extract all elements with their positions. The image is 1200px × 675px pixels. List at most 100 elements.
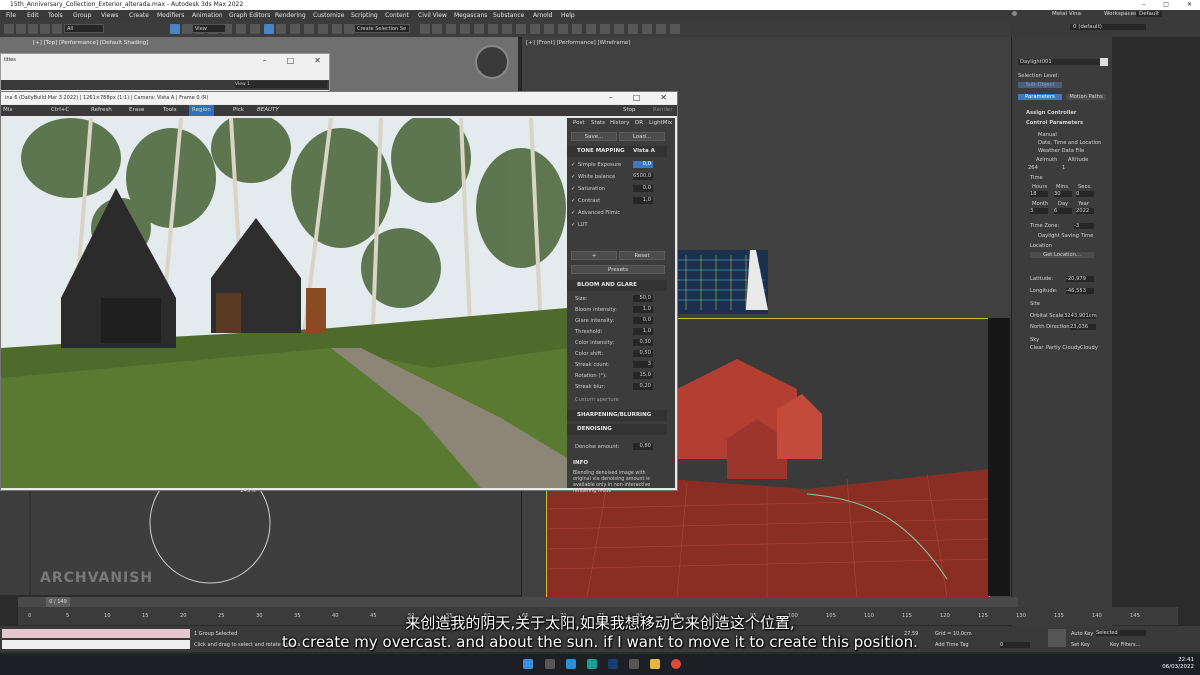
bloom-row[interactable]: Streak count: 3: [571, 360, 663, 370]
toolbar-tool-37-icon[interactable]: [670, 24, 680, 34]
menu-arnold[interactable]: Arnold: [533, 10, 552, 21]
search-icon[interactable]: [545, 659, 555, 669]
secs-field[interactable]: 0: [1076, 191, 1094, 197]
manual-radio[interactable]: Manual: [1038, 132, 1057, 138]
toolbar-tool-32-icon[interactable]: [600, 24, 610, 34]
hours-field[interactable]: 18: [1030, 191, 1048, 197]
dst-checkbox[interactable]: Daylight Saving Time: [1038, 233, 1093, 239]
bloom-row[interactable]: Color shift: 0,50: [571, 349, 663, 359]
edge-icon[interactable]: [566, 659, 576, 669]
tone-row[interactable]: ✓ Saturation 0,0: [571, 184, 663, 194]
bloom-row[interactable]: Glare intensity: 0,0: [571, 316, 663, 326]
presets-button[interactable]: Presets: [571, 265, 665, 274]
tone-row[interactable]: ✓ Simple Exposure 0,0: [571, 160, 663, 170]
vfb-mix-button[interactable]: Mix: [3, 105, 13, 116]
tab-stats[interactable]: Stats: [591, 120, 605, 126]
longitude-field[interactable]: -46,553: [1066, 288, 1094, 294]
viewport-top-label[interactable]: [+] [Top] [Performance] [Default Shading…: [33, 40, 148, 46]
bloom-row-value[interactable]: 1,0: [633, 306, 653, 313]
toolbar-tool-5-icon[interactable]: [170, 24, 180, 34]
menu-modifiers[interactable]: Modifiers: [157, 10, 184, 21]
toolbar-tool-34-icon[interactable]: [628, 24, 638, 34]
toolbar-tool-33-icon[interactable]: [614, 24, 624, 34]
toolbar-tool-18-icon[interactable]: [344, 24, 354, 34]
start-icon[interactable]: [523, 659, 533, 669]
menu-rendering[interactable]: Rendering: [275, 10, 306, 21]
vfb-stop-button[interactable]: Stop: [623, 105, 636, 116]
minimize-icon[interactable]: –: [609, 92, 613, 104]
time-zone-field[interactable]: -3: [1074, 223, 1094, 229]
vfb-tools-button[interactable]: Tools: [163, 105, 177, 116]
vfb-region-button[interactable]: Region: [189, 105, 214, 116]
unlink-icon[interactable]: [40, 24, 50, 34]
chrome-icon[interactable]: [671, 659, 681, 669]
menu-views[interactable]: Views: [101, 10, 118, 21]
maximize-icon[interactable]: □: [1163, 0, 1169, 10]
toolbar-tool-30-icon[interactable]: [572, 24, 582, 34]
check-icon[interactable]: ✓: [571, 196, 575, 206]
load-button[interactable]: Load...: [619, 132, 665, 141]
app-icon[interactable]: [629, 659, 639, 669]
orbital-field[interactable]: 3243,901cm: [1064, 313, 1097, 319]
latitude-field[interactable]: -20,979: [1066, 276, 1094, 282]
selection-filter-select[interactable]: All: [64, 24, 104, 33]
year-field[interactable]: 2022: [1076, 208, 1094, 214]
tab-post[interactable]: Post: [573, 120, 585, 126]
toolbar-tool-12-icon[interactable]: [264, 24, 274, 34]
sharpening-header[interactable]: SHARPENING/BLURRING: [567, 410, 667, 421]
vfb-channel-select[interactable]: BEAUTY: [257, 105, 279, 116]
menu-edit[interactable]: Edit: [27, 10, 39, 21]
toolbar-tool-35-icon[interactable]: [642, 24, 652, 34]
bloom-row[interactable]: Streak blur: 0,20: [571, 382, 663, 392]
vfb-copy-button[interactable]: Ctrl+C: [51, 105, 69, 116]
bloom-row-value[interactable]: 0,50: [633, 350, 653, 357]
menu-animation[interactable]: Animation: [192, 10, 223, 21]
maximize-icon[interactable]: □: [633, 92, 641, 104]
bind-icon[interactable]: [52, 24, 62, 34]
time-slider[interactable]: 0 / 149: [18, 597, 1018, 607]
named-selection-set-select[interactable]: Create Selection Se: [354, 24, 410, 33]
bloom-row-value[interactable]: 1,0: [633, 328, 653, 335]
check-icon[interactable]: ✓: [571, 160, 575, 170]
menu-megascans[interactable]: Megascans: [454, 10, 487, 21]
toolbar-tool-10-icon[interactable]: [236, 24, 246, 34]
reference-coordinate-select[interactable]: View: [192, 24, 226, 33]
month-field[interactable]: 3: [1030, 208, 1048, 214]
minimize-icon[interactable]: –: [263, 56, 267, 65]
layer-select[interactable]: 0 (default): [1070, 24, 1146, 30]
bloom-row-value[interactable]: 15,0: [633, 372, 653, 379]
mins-field[interactable]: 30: [1054, 191, 1072, 197]
menu-content[interactable]: Content: [385, 10, 409, 21]
vray-frame-buffer[interactable]: ina 6 (DailyBuild Mar 3 2022) | 1261×788…: [0, 91, 678, 494]
viewport-front-label[interactable]: [+] [Front] [Performance] [Wireframe]: [526, 40, 630, 46]
sky-cloudy-radio[interactable]: Cloudy: [1080, 345, 1098, 351]
toolbar-tool-11-icon[interactable]: [250, 24, 260, 34]
vfb-erase-button[interactable]: Erase: [129, 105, 144, 116]
tab-dr[interactable]: DR: [635, 120, 643, 126]
bloom-row[interactable]: Size: 50,0: [571, 294, 663, 304]
menu-file[interactable]: File: [6, 10, 16, 21]
toolbar-tool-25-icon[interactable]: [502, 24, 512, 34]
tab-lightmix[interactable]: LightMix: [649, 120, 672, 126]
denoise-amount-field[interactable]: 0,80: [633, 443, 653, 450]
bloom-row-value[interactable]: 0,20: [633, 383, 653, 390]
link-icon[interactable]: [28, 24, 38, 34]
vfb-render-button[interactable]: Render: [653, 105, 673, 116]
toolbar-tool-13-icon[interactable]: [276, 24, 286, 34]
denoising-header[interactable]: DENOISING: [567, 424, 667, 435]
toolbar-tool-26-icon[interactable]: [516, 24, 526, 34]
toolbar-tool-20-icon[interactable]: [432, 24, 442, 34]
sky-clear-radio[interactable]: Clear: [1030, 345, 1044, 351]
explorer-icon[interactable]: [650, 659, 660, 669]
view-select[interactable]: View 1: [235, 81, 327, 88]
weather-radio[interactable]: Weather Data File: [1038, 148, 1084, 154]
menu-scripting[interactable]: Scripting: [351, 10, 378, 21]
object-color-swatch[interactable]: [1100, 58, 1108, 66]
vfb-refresh-button[interactable]: Refresh: [91, 105, 112, 116]
day-field[interactable]: 6: [1054, 208, 1072, 214]
tone-row[interactable]: ✓ White balance 6500,0: [571, 172, 663, 182]
system-clock[interactable]: 22:41 06/03/2022: [1162, 657, 1194, 671]
bloom-row[interactable]: Bloom intensity: 1,0: [571, 305, 663, 315]
toolbar-tool-6-icon[interactable]: [182, 24, 192, 34]
toolbar-tool-27-icon[interactable]: [530, 24, 540, 34]
